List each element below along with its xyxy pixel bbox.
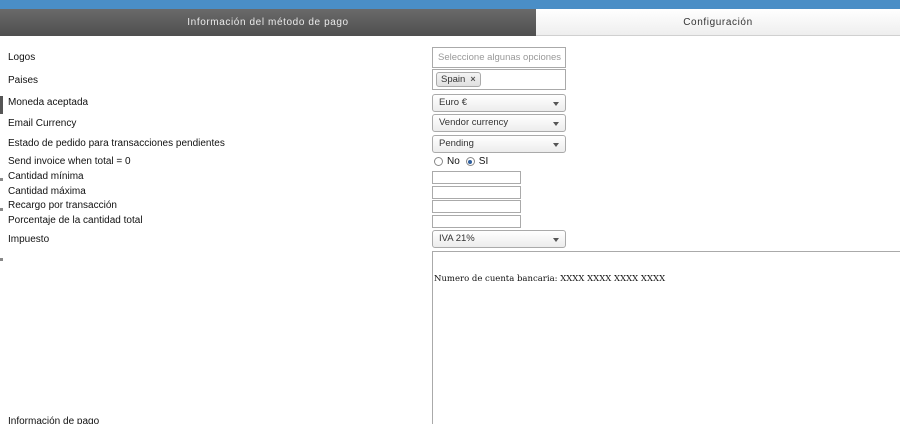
left-edge-marker (0, 258, 3, 261)
email-currency-label: Email Currency (8, 118, 77, 129)
chevron-down-icon (553, 102, 559, 106)
country-chip-label: Spain (441, 74, 466, 85)
logos-multiselect[interactable]: Seleccione algunas opciones (432, 47, 566, 68)
fee-percentage-input[interactable] (432, 215, 521, 228)
payment-info-label: Información de pago (8, 416, 100, 424)
send-invoice-yes-label: SI (478, 156, 489, 167)
country-chip: Spain × (436, 72, 481, 87)
send-invoice-no-radio[interactable] (434, 157, 443, 166)
chevron-down-icon (553, 143, 559, 147)
email-currency-select[interactable]: Vendor currency (432, 114, 566, 132)
countries-label: Paises (8, 75, 39, 86)
left-edge-marker (0, 96, 3, 114)
chevron-down-icon (553, 122, 559, 126)
send-invoice-radio-group: No SI (434, 156, 494, 167)
pending-status-label: Estado de pedido para transacciones pend… (8, 138, 225, 149)
logos-label: Logos (8, 52, 36, 63)
fee-percentage-label: Porcentaje de la cantidad total (8, 215, 143, 226)
payment-info-textarea[interactable]: Numero de cuenta bancaria: XXXX XXXX XXX… (432, 251, 900, 424)
accepted-currency-value: Euro € (439, 97, 467, 108)
chevron-down-icon (553, 238, 559, 242)
fee-per-transaction-label: Recargo por transacción (8, 200, 117, 211)
send-invoice-yes-radio[interactable] (465, 157, 475, 166)
tax-value: IVA 21% (439, 233, 475, 244)
max-amount-input[interactable] (432, 186, 521, 199)
accepted-currency-select[interactable]: Euro € (432, 94, 566, 112)
tax-select[interactable]: IVA 21% (432, 230, 566, 248)
email-currency-value: Vendor currency (439, 117, 509, 128)
min-amount-label: Cantidad mínima (8, 171, 84, 182)
send-invoice-label: Send invoice when total = 0 (8, 156, 131, 167)
countries-multiselect[interactable]: Spain × (432, 69, 566, 90)
top-bar (0, 0, 900, 9)
fee-per-transaction-input[interactable] (432, 200, 521, 213)
tab-payment-method-info[interactable]: Información del método de pago (0, 9, 536, 36)
left-edge-marker (0, 178, 3, 181)
tax-label: Impuesto (8, 234, 50, 245)
pending-status-select[interactable]: Pending (432, 135, 566, 153)
tab-configuration[interactable]: Configuración (536, 9, 900, 36)
min-amount-input[interactable] (432, 171, 521, 184)
send-invoice-no-label: No (447, 156, 460, 167)
accepted-currency-label: Moneda aceptada (8, 97, 89, 108)
left-edge-marker (0, 208, 3, 211)
pending-status-value: Pending (439, 138, 474, 149)
remove-chip-icon[interactable]: × (470, 73, 475, 86)
max-amount-label: Cantidad máxima (8, 186, 86, 197)
